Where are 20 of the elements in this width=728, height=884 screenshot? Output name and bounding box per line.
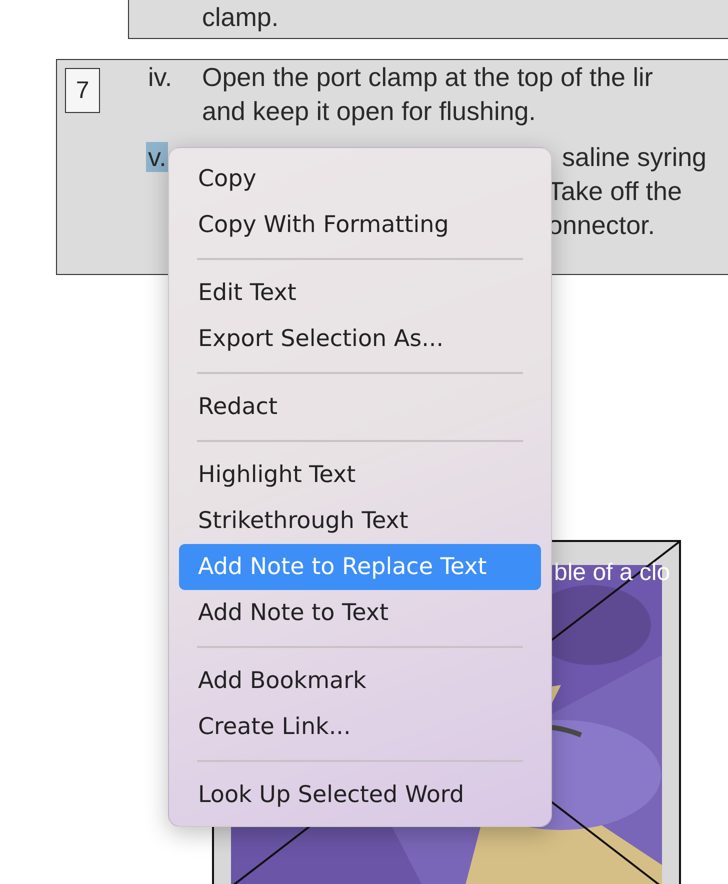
menu-item[interactable]: Redact — [179, 384, 541, 430]
menu-item[interactable]: Look Up Selected Word — [179, 772, 541, 818]
instruction-text: clamp. — [202, 1, 279, 34]
instruction-text: onnector. — [548, 209, 656, 242]
menu-item[interactable]: Export Selection As... — [179, 316, 541, 362]
menu-item[interactable]: Copy With Formatting — [179, 202, 541, 248]
instruction-text: saline syring — [561, 141, 707, 174]
list-numeral: iv. — [147, 62, 174, 92]
menu-item[interactable]: Add Bookmark — [179, 658, 541, 704]
menu-item[interactable]: Strikethrough Text — [179, 498, 541, 544]
step-number: 7 — [65, 68, 100, 113]
menu-item[interactable]: Create Link... — [179, 704, 541, 750]
instruction-text: Take off the — [548, 175, 683, 208]
menu-item[interactable]: Highlight Text — [179, 452, 541, 498]
menu-item[interactable]: Copy — [179, 156, 541, 202]
instruction-text: and keep it open for flushing. — [202, 95, 537, 128]
instruction-text: Open the port clamp at the top of the lir — [202, 61, 653, 94]
list-numeral: v. — [146, 142, 168, 172]
menu-item[interactable]: Add Note to Text — [179, 590, 541, 636]
menu-item[interactable]: Edit Text — [179, 270, 541, 316]
